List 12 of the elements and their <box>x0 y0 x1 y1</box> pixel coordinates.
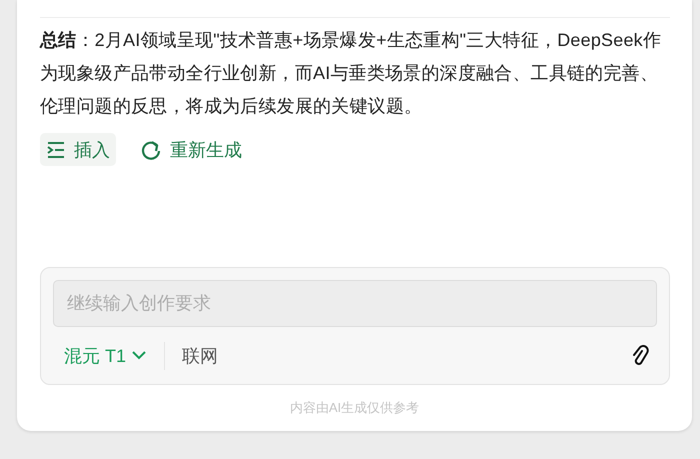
regenerate-button[interactable]: 重新生成 <box>134 133 248 166</box>
summary-paragraph: 总结：2月AI领域呈现"技术普惠+场景爆发+生态重构"三大特征，DeepSeek作为现象级产品带动全行业创新，而AI与垂类场景的深度融合、工具链的完善、伦理问题的反思，将成为后续发展的关键议题。 <box>40 29 662 118</box>
web-search-toggle[interactable]: 联网 <box>182 344 218 368</box>
disclaimer-text: 内容由AI生成仅供参考 <box>290 400 420 415</box>
insert-button[interactable]: 插入 <box>40 133 116 166</box>
model-selector[interactable]: 混元 T1 <box>53 344 146 368</box>
indent-icon <box>46 140 66 158</box>
refresh-icon <box>140 138 162 160</box>
paperclip-icon <box>631 344 649 366</box>
prompt-input[interactable]: 继续输入创作要求 <box>53 280 657 327</box>
attach-button[interactable] <box>631 344 649 366</box>
chevron-down-icon <box>132 351 146 360</box>
